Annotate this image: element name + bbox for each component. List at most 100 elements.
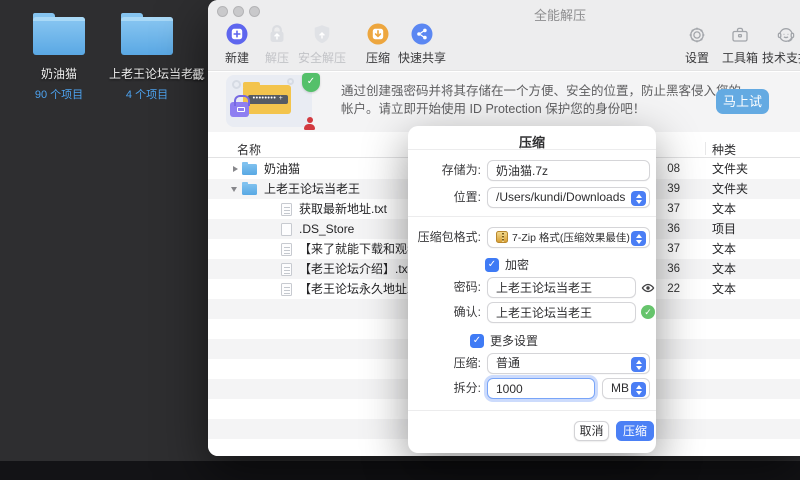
try-now-button[interactable]: 马上试 bbox=[716, 89, 769, 114]
compress-button[interactable]: 压缩 bbox=[616, 421, 654, 441]
split-label: 拆分: bbox=[454, 378, 481, 399]
gear-decor-icon bbox=[287, 78, 294, 85]
text-file-icon bbox=[281, 263, 292, 276]
file-date-suffix: 36 bbox=[652, 219, 680, 239]
disclosure-expanded-icon[interactable] bbox=[231, 187, 237, 192]
encrypt-label: 加密 bbox=[505, 255, 529, 276]
file-name: 获取最新地址.txt bbox=[299, 199, 387, 219]
format-select[interactable]: 7-Zip 格式(压缩效果最佳) bbox=[487, 227, 650, 248]
file-date-suffix: 36 bbox=[652, 259, 680, 279]
gear-decor-icon bbox=[232, 80, 241, 89]
toolbar-quick-share-button[interactable]: 快速共享 bbox=[398, 23, 446, 66]
level-label: 压缩: bbox=[454, 353, 481, 374]
desktop-folder-laowang[interactable]: 上老王论坛当老王 4 个项目 bbox=[109, 13, 185, 102]
file-date-suffix: 37 bbox=[652, 239, 680, 259]
cancel-button[interactable]: 取消 bbox=[574, 421, 609, 441]
zoom-icon[interactable] bbox=[249, 6, 260, 17]
shield-extract-icon bbox=[311, 23, 333, 45]
save-as-label: 存储为: bbox=[442, 160, 481, 181]
level-row: 压缩: 普通 bbox=[408, 353, 656, 374]
extract-lock-icon bbox=[266, 23, 288, 45]
more-settings-row: 更多设置 bbox=[408, 331, 656, 352]
password-input[interactable] bbox=[487, 277, 636, 298]
column-header-name[interactable]: 名称 bbox=[237, 141, 261, 158]
id-protection-banner: 通过创建强密码并将其存储在一个方便、安全的位置，防止黑客侵入您的 帐户。请立即开… bbox=[208, 72, 800, 132]
toolbar-label: 设置 bbox=[685, 49, 709, 66]
toolbar-label: 安全解压 bbox=[298, 49, 346, 66]
confirm-label: 确认: bbox=[454, 302, 481, 323]
file-date-suffix: 22 bbox=[652, 279, 680, 299]
split-row: 拆分: MB bbox=[408, 378, 656, 399]
new-archive-icon bbox=[226, 23, 248, 45]
shield-check-icon bbox=[302, 73, 320, 92]
disclosure-collapsed-icon[interactable] bbox=[233, 166, 238, 172]
person-pin-icon bbox=[303, 117, 316, 132]
file-kind: 项目 bbox=[712, 219, 736, 239]
stepper-icon[interactable] bbox=[631, 191, 646, 206]
banner-text-line1: 通过创建强密码并将其存储在一个方便、安全的位置，防止黑客侵入您的 bbox=[341, 80, 741, 99]
gear-icon bbox=[687, 25, 707, 45]
share-icon bbox=[411, 23, 433, 45]
toolbar-new-button[interactable]: 新建 bbox=[225, 23, 249, 66]
more-settings-label: 更多设置 bbox=[490, 331, 538, 352]
toolbar-label: 快速共享 bbox=[398, 49, 446, 66]
stepper-icon[interactable] bbox=[631, 382, 646, 397]
folder-icon bbox=[242, 164, 257, 175]
toolbar-extract-button[interactable]: 解压 bbox=[265, 23, 289, 66]
dialog-title: 压缩 bbox=[408, 126, 656, 151]
file-date-suffix: 39 bbox=[652, 179, 680, 199]
desktop-folder-naiyoumao[interactable]: 奶油猫 90 个项目 bbox=[21, 13, 97, 102]
toolbar-compress-button[interactable]: 压缩 bbox=[366, 23, 390, 66]
toolbar-safe-extract-button[interactable]: 安全解压 bbox=[298, 23, 346, 66]
desktop-folder-label: 奶油猫 bbox=[21, 65, 97, 82]
stepper-icon[interactable] bbox=[631, 231, 646, 246]
desktop-folder-label-clipped[interactable]: 截 bbox=[192, 66, 204, 83]
toolbar-settings-button[interactable]: 设置 bbox=[685, 23, 709, 66]
desktop-folder-count: 4 个项目 bbox=[109, 86, 185, 102]
password-row: 密码: bbox=[408, 277, 656, 298]
compress-icon bbox=[367, 23, 389, 45]
file-name: .DS_Store bbox=[299, 219, 354, 239]
split-unit-select[interactable]: MB bbox=[602, 378, 650, 399]
password-match-check-icon bbox=[641, 305, 655, 319]
bottom-edge-bar bbox=[0, 461, 800, 480]
text-file-icon bbox=[281, 283, 292, 296]
file-name: 奶油猫 bbox=[264, 159, 300, 179]
more-settings-checkbox[interactable] bbox=[470, 334, 484, 348]
toolbar-label: 解压 bbox=[265, 49, 289, 66]
toolbar-support-button[interactable]: 技术支持 bbox=[762, 23, 800, 66]
encrypt-checkbox[interactable] bbox=[485, 258, 499, 272]
format-row: 压缩包格式: 7-Zip 格式(压缩效果最佳) bbox=[408, 227, 656, 248]
confirm-row: 确认: bbox=[408, 302, 656, 323]
folder-icon bbox=[121, 17, 173, 55]
desktop-folder-count: 90 个项目 bbox=[21, 86, 97, 102]
eye-icon[interactable] bbox=[641, 281, 655, 298]
stepper-icon[interactable] bbox=[631, 357, 646, 372]
split-size-input[interactable] bbox=[487, 378, 595, 399]
traffic-lights[interactable] bbox=[217, 6, 260, 17]
file-name: 【老王论坛介绍】.txt bbox=[299, 259, 411, 279]
desktop: { "desktop": { "icons": [ { "name": "奶油猫… bbox=[0, 0, 800, 480]
window-title: 全能解压 bbox=[534, 5, 586, 24]
toolbar-toolbox-button[interactable]: 工具箱 bbox=[722, 23, 758, 66]
text-file-icon bbox=[281, 203, 292, 216]
file-kind: 文件夹 bbox=[712, 159, 748, 179]
location-select[interactable]: /Users/kundi/Downloads bbox=[487, 187, 650, 208]
save-as-input[interactable] bbox=[487, 160, 650, 181]
minimize-icon[interactable] bbox=[233, 6, 244, 17]
file-date-suffix: 08 bbox=[652, 159, 680, 179]
file-kind: 文本 bbox=[712, 199, 736, 219]
folder-illustration-icon bbox=[243, 85, 291, 114]
column-divider[interactable] bbox=[705, 142, 706, 155]
password-strip-icon bbox=[248, 95, 288, 104]
file-kind: 文件夹 bbox=[712, 179, 748, 199]
confirm-input[interactable] bbox=[487, 302, 636, 323]
save-as-row: 存储为: bbox=[408, 160, 656, 181]
location-label: 位置: bbox=[454, 187, 481, 208]
column-header-kind[interactable]: 种类 bbox=[712, 141, 736, 158]
toolbar-label: 技术支持 bbox=[762, 49, 800, 66]
titlebar: 全能解压 新建 解压 安全解压 压缩 快速共享 设置 工具箱 bbox=[208, 0, 800, 71]
level-select[interactable]: 普通 bbox=[487, 353, 650, 374]
divider bbox=[408, 216, 656, 217]
close-icon[interactable] bbox=[217, 6, 228, 17]
